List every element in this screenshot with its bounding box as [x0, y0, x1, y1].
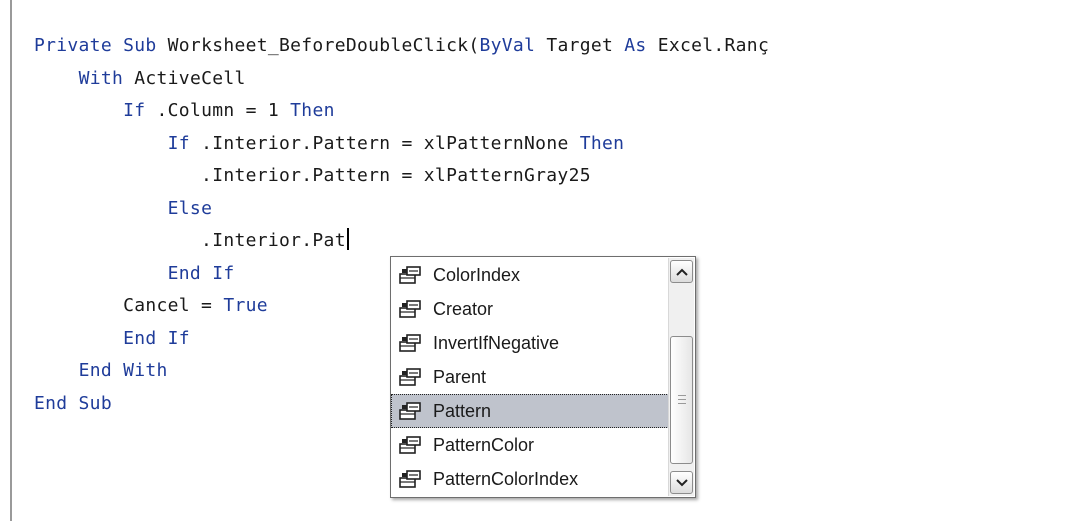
- code-keyword: End Sub: [34, 392, 112, 414]
- code-keyword: Then: [290, 100, 335, 121]
- code-line[interactable]: .Interior.Pat: [34, 225, 769, 258]
- property-icon: [397, 400, 429, 422]
- grip-icon: [678, 395, 686, 405]
- chevron-up-icon: [675, 268, 688, 276]
- autocomplete-item[interactable]: InvertIfNegative: [391, 326, 669, 360]
- code-keyword: True: [223, 295, 268, 316]
- text-caret: [346, 228, 349, 250]
- code-line[interactable]: With ActiveCell: [34, 63, 769, 96]
- code-keyword: Else: [167, 197, 213, 219]
- code-keyword: If: [167, 132, 190, 154]
- editor-left-border: [10, 0, 12, 521]
- code-keyword: ByVal: [479, 35, 536, 56]
- code-keyword: End If: [167, 262, 235, 284]
- property-icon: [397, 468, 429, 490]
- property-icon: [397, 298, 429, 320]
- code-keyword: If: [123, 100, 146, 121]
- autocomplete-item-label: Creator: [433, 298, 494, 319]
- property-icon: [397, 366, 429, 388]
- autocomplete-item-label: PatternColorIndex: [433, 468, 579, 489]
- code-keyword: Private Sub: [34, 35, 168, 56]
- code-text: .Interior.Pat: [34, 230, 346, 251]
- code-text: .Column = 1: [145, 100, 291, 121]
- autocomplete-item[interactable]: ColorIndex: [391, 258, 669, 292]
- code-line[interactable]: Else: [34, 193, 769, 226]
- code-text: .Interior.Pattern = xlPatternNone: [189, 132, 580, 154]
- code-keyword: Then: [579, 132, 625, 154]
- code-keyword: As: [624, 35, 647, 56]
- autocomplete-item[interactable]: Pattern: [391, 394, 669, 428]
- code-line[interactable]: If .Interior.Pattern = xlPatternNone The…: [34, 128, 769, 161]
- code-text: .Interior.Pattern = xlPatternGray25: [34, 165, 591, 186]
- autocomplete-item-label: Pattern: [433, 400, 492, 421]
- autocomplete-item[interactable]: PatternColorIndex: [391, 462, 669, 496]
- code-keyword: With: [78, 67, 124, 89]
- property-icon: [397, 434, 429, 456]
- property-icon: [397, 332, 429, 354]
- code-line[interactable]: If .Column = 1 Then: [34, 95, 769, 128]
- code-keyword: End With: [78, 360, 168, 381]
- code-text: ActiveCell: [123, 67, 246, 89]
- autocomplete-item-label: InvertIfNegative: [433, 332, 560, 353]
- code-line[interactable]: .Interior.Pattern = xlPatternGray25: [34, 160, 769, 193]
- code-text: Excel.Ranç: [646, 35, 770, 56]
- autocomplete-item[interactable]: PatternColor: [391, 428, 669, 462]
- property-icon: [397, 264, 429, 286]
- code-keyword: End If: [123, 327, 190, 349]
- code-editor[interactable]: Private Sub Worksheet_BeforeDoubleClick(…: [0, 0, 1086, 521]
- autocomplete-popup[interactable]: ColorIndex Creator InvertIfNegative Parent P…: [390, 256, 696, 498]
- autocomplete-item-label: ColorIndex: [433, 264, 521, 285]
- autocomplete-item-label: PatternColor: [433, 434, 535, 455]
- code-text: Cancel =: [34, 295, 224, 316]
- autocomplete-scrollbar[interactable]: [668, 258, 694, 496]
- code-text: Target: [535, 35, 625, 56]
- code-line[interactable]: Private Sub Worksheet_BeforeDoubleClick(…: [34, 30, 769, 63]
- scroll-thumb[interactable]: [670, 336, 693, 464]
- autocomplete-item[interactable]: Creator: [391, 292, 669, 326]
- scroll-up-button[interactable]: [670, 260, 693, 283]
- autocomplete-list[interactable]: ColorIndex Creator InvertIfNegative Parent P…: [391, 258, 669, 496]
- chevron-down-icon: [675, 478, 688, 486]
- code-text: Worksheet_BeforeDoubleClick(: [167, 35, 480, 56]
- autocomplete-item-label: Parent: [433, 366, 487, 387]
- autocomplete-item[interactable]: Parent: [391, 360, 669, 394]
- scroll-down-button[interactable]: [670, 471, 693, 494]
